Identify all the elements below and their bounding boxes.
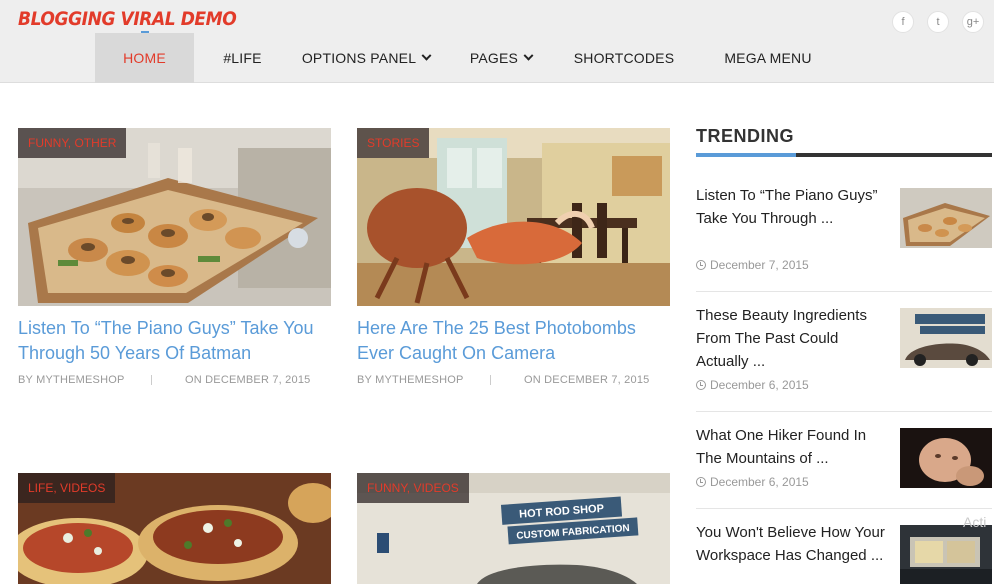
trending-item-date: December 6, 2015 — [696, 378, 809, 392]
facebook-icon-glyph: f — [901, 16, 905, 28]
trending-item-date: December 7, 2015 — [696, 258, 809, 272]
nav-item-home[interactable]: HOME — [95, 33, 194, 83]
meta-divider — [151, 375, 152, 385]
main-nav: HOME #LIFE OPTIONS PANEL PAGES SHORTCODE… — [95, 33, 849, 83]
post-author[interactable]: BY MYTHEMESHOP — [357, 374, 464, 386]
trending-separator — [696, 411, 992, 412]
trending-item-thumb[interactable] — [900, 308, 992, 368]
nav-item-mega-menu[interactable]: MEGA MENU — [687, 33, 849, 83]
trending-item-title[interactable]: You Won't Believe How Your Workspace Has… — [696, 521, 892, 567]
nav-item-label: HOME — [123, 50, 166, 66]
chevron-down-icon — [421, 50, 432, 61]
google-plus-icon-glyph: g+ — [966, 16, 980, 28]
trending-item-title[interactable]: These Beauty Ingredients From The Past C… — [696, 304, 892, 373]
trending-divider-accent — [696, 153, 796, 157]
post-thumbnail[interactable]: STORIES — [357, 128, 670, 306]
clock-icon — [696, 380, 706, 390]
trending-item-title[interactable]: Listen To “The Piano Guys” Take You Thro… — [696, 184, 892, 230]
trending-item-date-text: December 6, 2015 — [710, 475, 809, 489]
workspace-thumb — [900, 525, 992, 584]
baby-thumb — [900, 428, 992, 488]
trending-separator — [696, 291, 992, 292]
activation-watermark: Acti — [963, 514, 987, 530]
bagel-box-thumb — [900, 188, 992, 248]
nav-item-label: SHORTCODES — [573, 50, 675, 66]
nav-item-options-panel[interactable]: OPTIONS PANEL — [291, 33, 441, 83]
category-badge[interactable]: STORIES — [357, 128, 430, 158]
facebook-icon[interactable]: f — [892, 11, 914, 33]
post-thumbnail[interactable]: LIFE, VIDEOS — [18, 473, 331, 584]
trending-item-date: December 6, 2015 — [696, 475, 809, 489]
nav-item-label: #LIFE — [223, 50, 262, 66]
nav-item-label: OPTIONS PANEL — [301, 50, 417, 66]
nav-item-pages[interactable]: PAGES — [441, 33, 561, 83]
trending-item-date-text: December 7, 2015 — [710, 258, 809, 272]
google-plus-icon[interactable]: g+ — [962, 11, 984, 33]
post-author[interactable]: BY MYTHEMESHOP — [18, 374, 125, 386]
clock-icon — [696, 260, 706, 270]
twitter-icon[interactable]: t — [927, 11, 949, 33]
trending-separator — [696, 508, 992, 509]
site-logo[interactable]: BLOGGING VIRAL DEMO — [18, 8, 237, 30]
post-title[interactable]: Here Are The 25 Best Photobombs Ever Cau… — [357, 316, 677, 366]
clock-icon — [696, 477, 706, 487]
trending-item-thumb[interactable] — [900, 428, 992, 488]
nav-item-life[interactable]: #LIFE — [194, 33, 291, 83]
post-thumbnail[interactable]: FUNNY, OTHER — [18, 128, 331, 306]
nav-item-shortcodes[interactable]: SHORTCODES — [561, 33, 687, 83]
nav-item-label: MEGA MENU — [724, 50, 812, 66]
category-badge[interactable]: FUNNY, VIDEOS — [357, 473, 469, 503]
twitter-icon-glyph: t — [936, 16, 940, 28]
trending-heading: TRENDING — [696, 126, 794, 146]
post-thumbnail[interactable]: HOT ROD SHOP CUSTOM FABRICATION FUNNY, V… — [357, 473, 670, 584]
meta-divider — [490, 375, 491, 385]
chevron-down-icon — [523, 50, 534, 61]
trending-item-thumb[interactable] — [900, 188, 992, 248]
trending-item-thumb[interactable] — [900, 525, 992, 584]
category-badge[interactable]: FUNNY, OTHER — [18, 128, 127, 158]
trending-item-title[interactable]: What One Hiker Found In The Mountains of… — [696, 424, 892, 470]
site-header: BLOGGING VIRAL DEMO f t g+ HOME #LIFE OP… — [0, 0, 994, 83]
hot-rod-thumb — [900, 308, 992, 368]
trending-item-date-text: December 6, 2015 — [710, 378, 809, 392]
post-date: ON DECEMBER 7, 2015 — [524, 374, 650, 386]
nav-item-label: PAGES — [469, 50, 519, 66]
post-title[interactable]: Listen To “The Piano Guys” Take You Thro… — [18, 316, 338, 366]
category-badge[interactable]: LIFE, VIDEOS — [18, 473, 116, 503]
post-date: ON DECEMBER 7, 2015 — [185, 374, 311, 386]
